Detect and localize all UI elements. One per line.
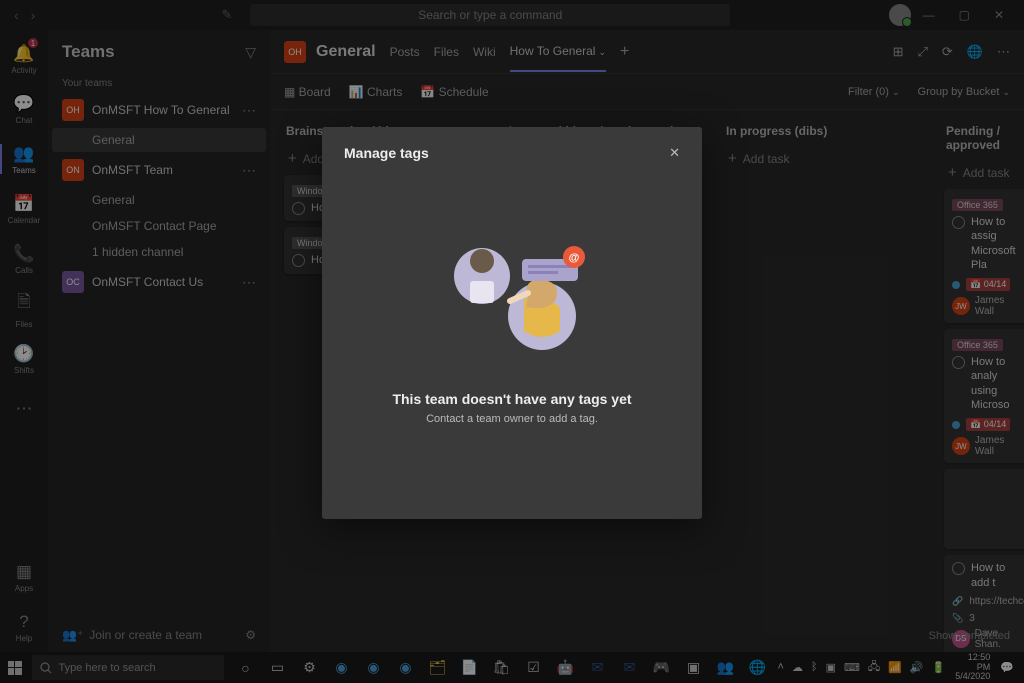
manage-tags-dialog: Manage tags ✕ @ This team doesn't have a… — [322, 127, 702, 519]
dialog-title: Manage tags — [344, 145, 429, 161]
dialog-message: This team doesn't have any tags yet — [344, 391, 680, 407]
illustration: @ — [344, 221, 680, 361]
svg-text:@: @ — [569, 252, 580, 264]
close-icon[interactable]: ✕ — [669, 145, 680, 161]
dialog-subtext: Contact a team owner to add a tag. — [344, 413, 680, 425]
